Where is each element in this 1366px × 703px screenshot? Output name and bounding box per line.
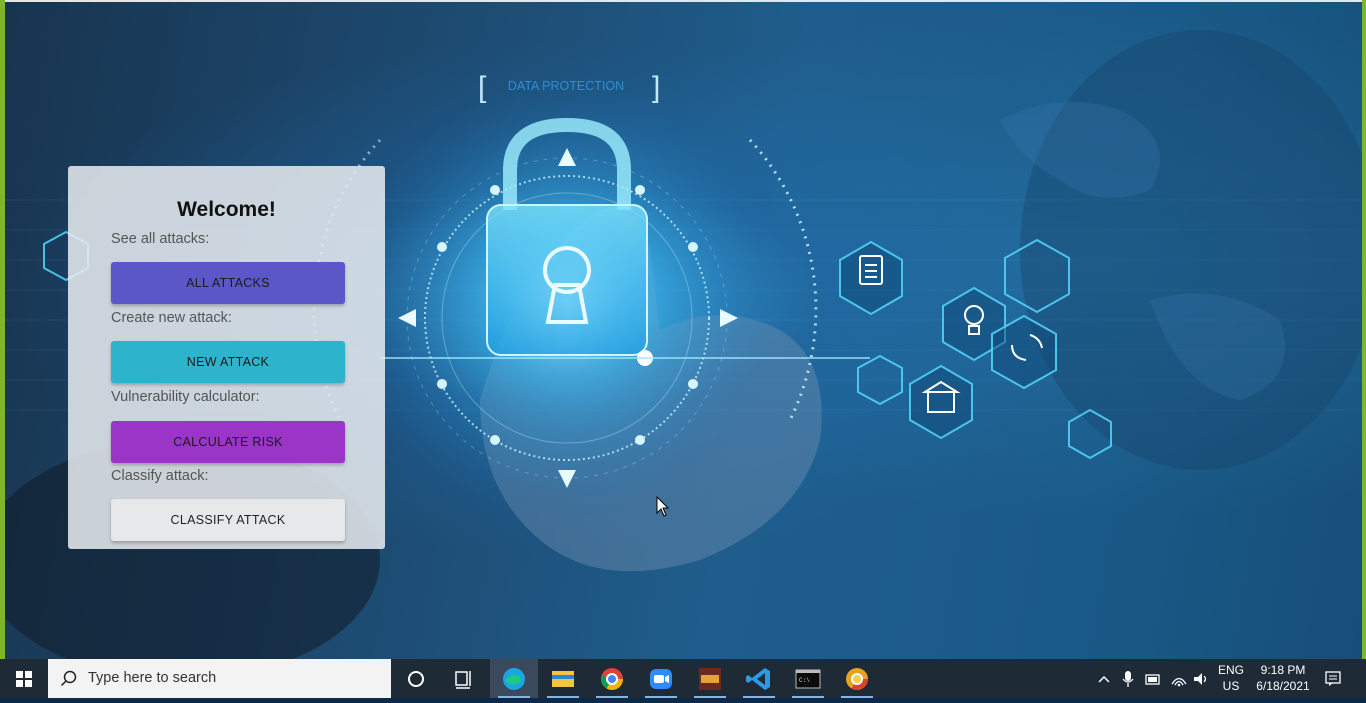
classify-attack-label: Classify attack: [111, 468, 209, 484]
windows-logo-icon [16, 671, 32, 687]
cortana-icon [408, 671, 424, 687]
language-code: ENG [1217, 663, 1244, 677]
taskbar-search-box[interactable]: Type here to search [48, 659, 391, 698]
language-region: US [1222, 679, 1240, 693]
battery-icon[interactable] [1144, 671, 1162, 687]
chrome-icon [600, 668, 623, 690]
window-top-border [0, 0, 1366, 2]
edge-icon [503, 668, 525, 690]
calculate-risk-button[interactable]: CALCULATE RISK [111, 421, 345, 463]
new-attack-button[interactable]: NEW ATTACK [111, 341, 345, 383]
start-button[interactable] [0, 659, 48, 698]
mouse-pointer-icon [656, 496, 670, 517]
desktop-background: [ ] DATA PROTECTION Welcome! See all att… [0, 0, 1366, 659]
window-right-border [1362, 0, 1366, 659]
cortana-button[interactable] [392, 659, 440, 698]
windows-taskbar: Type here to search C:\ ENG US 9:18 PM 6… [0, 659, 1366, 698]
game-app-button[interactable] [686, 659, 734, 698]
game-app-icon [699, 668, 721, 690]
zoom-button[interactable] [637, 659, 685, 698]
welcome-title: Welcome! [177, 198, 276, 221]
show-hidden-icons-chevron-icon[interactable] [1096, 671, 1112, 687]
edge-button[interactable] [490, 659, 538, 698]
all-attacks-button[interactable]: ALL ATTACKS [111, 262, 345, 304]
task-view-icon [455, 671, 471, 689]
svg-text:C:\: C:\ [799, 677, 810, 684]
system-clock[interactable]: 9:18 PM 6/18/2021 [1252, 662, 1314, 701]
vulnerability-calculator-label: Vulnerability calculator: [111, 389, 260, 405]
terminal-icon: C:\ [795, 669, 821, 689]
notifications-icon[interactable] [1324, 670, 1342, 688]
task-view-button[interactable] [440, 659, 488, 698]
search-icon [60, 670, 77, 687]
vscode-icon [746, 668, 770, 690]
file-explorer-icon [552, 671, 574, 687]
search-placeholder: Type here to search [88, 670, 217, 686]
data-protection-banner: DATA PROTECTION [508, 79, 624, 93]
create-new-attack-label: Create new attack: [111, 310, 232, 326]
chrome-canary-button[interactable] [833, 659, 881, 698]
vscode-button[interactable] [735, 659, 783, 698]
volume-icon[interactable] [1192, 670, 1210, 688]
file-explorer-button[interactable] [539, 659, 587, 698]
wifi-icon[interactable] [1170, 670, 1188, 688]
zoom-icon [650, 669, 672, 689]
microphone-icon[interactable] [1120, 669, 1136, 689]
classify-attack-button[interactable]: CLASSIFY ATTACK [111, 499, 345, 541]
clock-time: 9:18 PM [1260, 663, 1306, 677]
terminal-button[interactable]: C:\ [784, 659, 832, 698]
svg-text:]: ] [652, 71, 660, 104]
chrome-canary-icon [846, 668, 868, 690]
welcome-card: Welcome! See all attacks: ALL ATTACKS Cr… [68, 166, 385, 549]
window-left-border [0, 0, 5, 659]
input-language-indicator[interactable]: ENG US [1216, 662, 1246, 701]
svg-text:[: [ [478, 71, 487, 104]
chrome-button[interactable] [588, 659, 636, 698]
clock-date: 6/18/2021 [1256, 679, 1310, 693]
see-all-attacks-label: See all attacks: [111, 231, 210, 247]
